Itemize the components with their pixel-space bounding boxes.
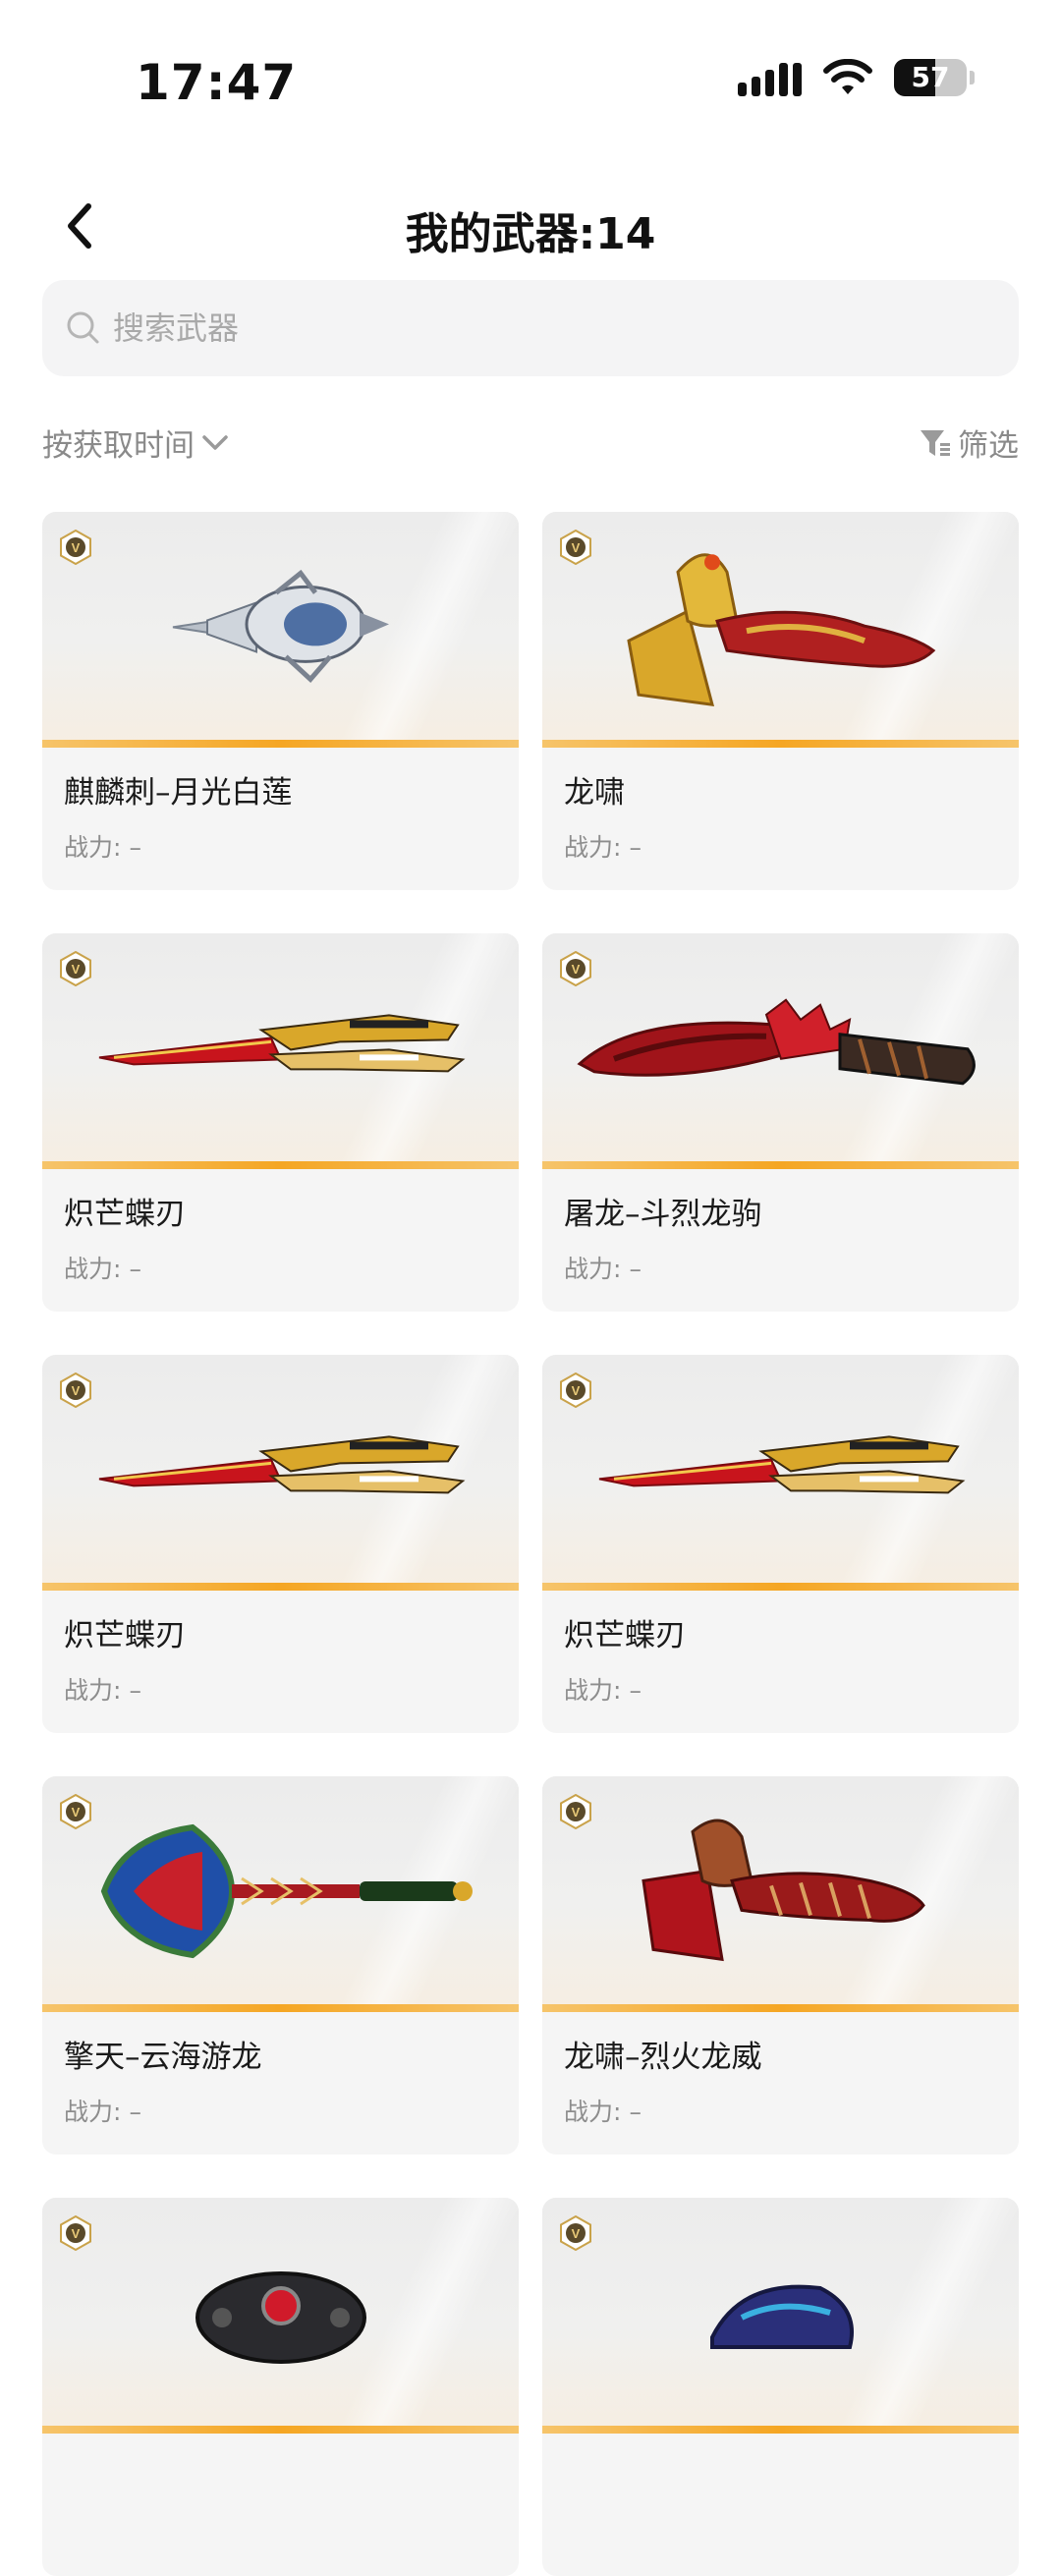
weapon-name: 炽芒蝶刃	[64, 1197, 186, 1232]
vip-badge-icon: V	[60, 1372, 91, 1408]
dagger-icon	[172, 569, 389, 683]
rarity-stripe	[42, 740, 519, 748]
weapon-power: 战力: –	[564, 1255, 642, 1283]
claw-icon	[709, 2284, 854, 2349]
vip-badge-icon: V	[560, 951, 591, 986]
search-bar[interactable]	[42, 280, 1019, 376]
rarity-stripe	[542, 2426, 1019, 2434]
svg-text:V: V	[572, 2226, 581, 2241]
weapon-power: 战力: –	[564, 833, 642, 862]
weapon-name	[64, 2459, 519, 2498]
vip-badge-icon: V	[560, 1372, 591, 1408]
wifi-icon	[823, 59, 872, 94]
weapon-power: 战力: –	[64, 1255, 141, 1283]
svg-text:V: V	[72, 1383, 81, 1398]
butterfly-knife-icon	[598, 1435, 965, 1494]
weapon-power: 战力: –	[64, 2098, 141, 2126]
weapon-card[interactable]: V 龙啸 战力: –	[542, 512, 1019, 890]
status-bar: 17:47 57	[0, 0, 1061, 147]
weapon-card[interactable]: V	[42, 2198, 519, 2576]
weapon-card[interactable]: V	[542, 2198, 1019, 2576]
weapon-power: 战力: –	[564, 1676, 642, 1705]
search-input[interactable]	[111, 308, 979, 348]
nav-bar: 我的武器:14	[0, 177, 1061, 275]
battery-level: 57	[911, 61, 950, 93]
weapon-card[interactable]: V 炽芒蝶刃 战力: –	[542, 1355, 1019, 1733]
weapon-name: 龙啸	[564, 775, 625, 811]
weapon-card[interactable]: V 炽芒蝶刃 战力: –	[42, 933, 519, 1312]
dragon-axe-icon	[641, 1819, 925, 1962]
weapon-power: 战力: –	[564, 2098, 642, 2126]
weapon-image: V	[542, 512, 1019, 748]
weapon-image: V	[42, 933, 519, 1169]
weapon-card[interactable]: V 麒麟刺–月光白莲 战力: –	[42, 512, 519, 890]
battery-icon: 57	[894, 59, 967, 96]
weapon-image: V	[42, 1776, 519, 2012]
vip-badge-icon: V	[60, 530, 91, 565]
weapon-name: 麒麟刺–月光白莲	[64, 775, 293, 811]
chevron-down-icon	[202, 434, 228, 450]
weapon-image: V	[42, 2198, 519, 2434]
rarity-stripe	[42, 1583, 519, 1591]
weapon-card[interactable]: V 擎天–云海游龙 战力: –	[42, 1776, 519, 2155]
weapon-image: V	[542, 933, 1019, 1169]
weapon-card[interactable]: V 屠龙–斗烈龙驹 战力: –	[542, 933, 1019, 1312]
status-time: 17:47	[136, 54, 298, 111]
search-icon	[64, 308, 103, 348]
filter-label: 筛选	[958, 428, 1019, 464]
svg-text:V: V	[72, 540, 81, 555]
weapon-name: 龙啸–烈火龙威	[564, 2040, 762, 2075]
weapon-power	[564, 2514, 1019, 2543]
butterfly-knife-icon	[98, 1014, 465, 1073]
rarity-stripe	[542, 740, 1019, 748]
svg-text:V: V	[572, 1805, 581, 1820]
vip-badge-icon: V	[560, 2215, 591, 2251]
weapon-image: V	[542, 1776, 1019, 2012]
status-icons: 57	[738, 59, 975, 96]
sort-dropdown[interactable]: 按获取时间	[42, 420, 230, 465]
signal-icon	[738, 59, 802, 96]
filter-icon	[921, 429, 950, 456]
butterfly-knife-icon	[98, 1435, 465, 1494]
shovel-icon	[100, 1823, 473, 1959]
weapon-name: 屠龙–斗烈龙驹	[564, 1197, 762, 1232]
weapon-image: V	[542, 1355, 1019, 1591]
weapon-name: 炽芒蝶刃	[564, 1618, 686, 1653]
rarity-stripe	[542, 1583, 1019, 1591]
vip-badge-icon: V	[560, 530, 591, 565]
svg-text:V: V	[572, 1383, 581, 1398]
filter-button[interactable]: 筛选	[919, 420, 1019, 465]
svg-text:V: V	[572, 540, 581, 555]
svg-text:V: V	[72, 1805, 81, 1820]
page-title: 我的武器:14	[405, 209, 656, 259]
weapon-grid: V 麒麟刺–月光白莲 战力: – V 龙啸 战力: – V 炽芒蝶刃 战力: –…	[42, 512, 1019, 2576]
rarity-stripe	[42, 2004, 519, 2012]
weapon-power: 战力: –	[64, 1676, 141, 1705]
rarity-stripe	[542, 1161, 1019, 1169]
weapon-name: 擎天–云海游龙	[64, 2040, 262, 2075]
weapon-power	[64, 2514, 519, 2543]
rarity-stripe	[42, 2426, 519, 2434]
vip-badge-icon: V	[560, 1794, 591, 1829]
rarity-stripe	[542, 2004, 1019, 2012]
svg-text:V: V	[72, 2226, 81, 2241]
svg-text:V: V	[572, 962, 581, 977]
knuckle-icon	[195, 2271, 366, 2364]
rarity-stripe	[42, 1161, 519, 1169]
weapon-image: V	[42, 1355, 519, 1591]
svg-text:V: V	[72, 962, 81, 977]
weapon-name: 炽芒蝶刃	[64, 1618, 186, 1653]
weapon-name	[564, 2459, 1019, 2498]
dragon-axe-icon	[626, 553, 935, 706]
sort-label: 按获取时间	[42, 428, 195, 464]
vip-badge-icon: V	[60, 951, 91, 986]
weapon-card[interactable]: V 炽芒蝶刃 战力: –	[42, 1355, 519, 1733]
weapon-power: 战力: –	[64, 833, 141, 862]
weapon-image: V	[542, 2198, 1019, 2434]
machete-icon	[576, 998, 976, 1086]
weapon-image: V	[42, 512, 519, 748]
weapon-card[interactable]: V 龙啸–烈火龙威 战力: –	[542, 1776, 1019, 2155]
vip-badge-icon: V	[60, 2215, 91, 2251]
